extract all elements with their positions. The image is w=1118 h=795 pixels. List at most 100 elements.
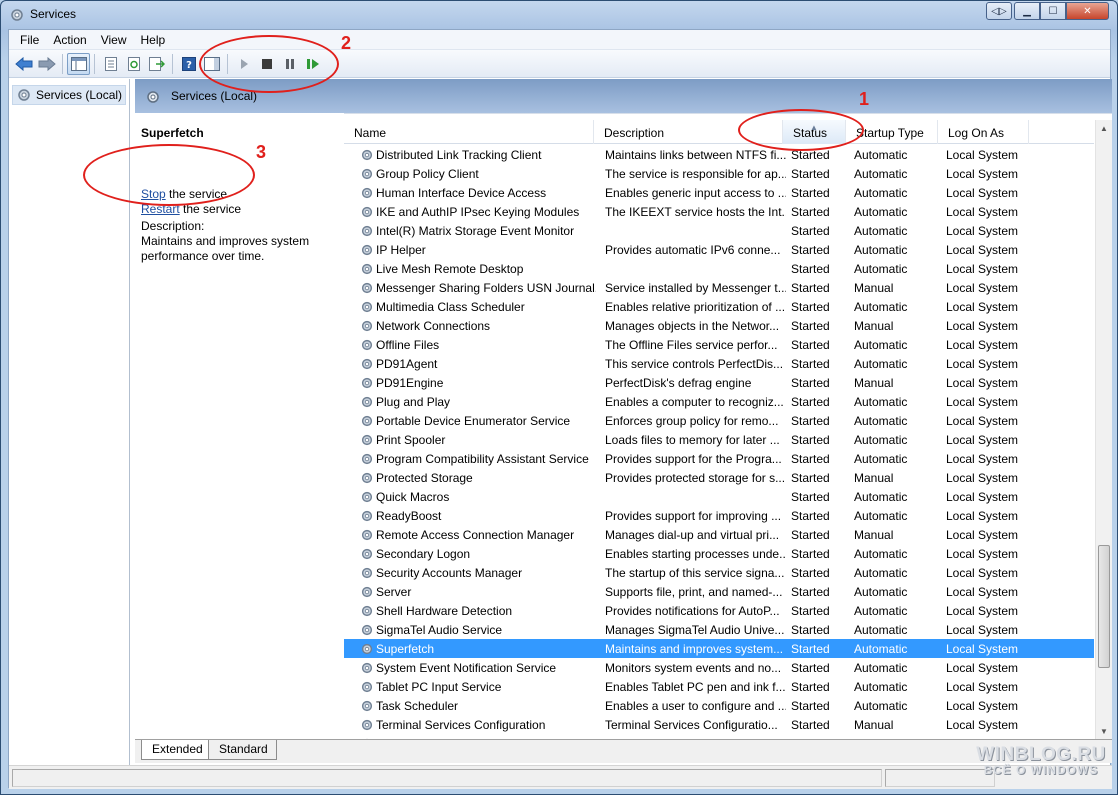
service-row[interactable]: Offline Files The Offline Files service p… (344, 335, 1094, 354)
service-row[interactable]: Shell Hardware Detection Provides notific… (344, 601, 1094, 620)
service-row[interactable]: Quick Macros Started Automatic Local System (344, 487, 1094, 506)
service-row[interactable]: Intel(R) Matrix Storage Event Monitor Sta… (344, 221, 1094, 240)
service-log-on-as: Local System (946, 527, 1019, 542)
annotation-ellipse-actions (83, 144, 255, 206)
service-name-cell: Server (344, 585, 596, 599)
service-row[interactable]: ReadyBoost Provides support for improving… (344, 506, 1094, 525)
service-row[interactable]: PD91Agent This service controls PerfectDi… (344, 354, 1094, 373)
service-row[interactable]: Protected Storage Provides protected stor… (344, 468, 1094, 487)
service-row[interactable]: Task Scheduler Enables a user to configur… (344, 696, 1094, 715)
service-row[interactable]: Tablet PC Input Service Enables Tablet PC… (344, 677, 1094, 696)
service-row[interactable]: Terminal Services Configuration Terminal … (344, 715, 1094, 734)
minimize-button[interactable]: ▁ (1014, 2, 1040, 20)
toolbar-separator (62, 53, 63, 74)
service-row[interactable]: Network Connections Manages objects in th… (344, 316, 1094, 335)
help-button[interactable]: ? (177, 53, 200, 75)
service-startup-type: Automatic (854, 413, 908, 428)
service-name: Group Policy Client (376, 166, 479, 181)
service-status: Started (791, 565, 830, 580)
service-name-cell: PD91Agent (344, 357, 596, 371)
close-button[interactable]: ✕ (1066, 2, 1109, 20)
service-log-on-as: Local System (946, 223, 1019, 238)
service-startup-type: Automatic (854, 508, 908, 523)
tab-extended[interactable]: Extended (141, 740, 212, 760)
service-startup-type: Manual (854, 375, 894, 390)
service-startup-type: Automatic (854, 185, 908, 200)
menu-action[interactable]: Action (46, 33, 93, 47)
service-status: Started (791, 299, 830, 314)
service-name: Terminal Services Configuration (376, 717, 546, 732)
menu-help[interactable]: Help (134, 33, 173, 47)
maximize-button[interactable]: ☐ (1040, 2, 1066, 20)
menu-file[interactable]: File (13, 33, 46, 47)
service-name-cell: SigmaTel Audio Service (344, 623, 596, 637)
switch-window-button[interactable]: ◁▷ (986, 2, 1012, 20)
show-hide-console-tree-button[interactable] (67, 52, 90, 75)
forward-button[interactable] (35, 53, 58, 75)
service-row[interactable]: Human Interface Device Access Enables gen… (344, 183, 1094, 202)
service-row[interactable]: Distributed Link Tracking Client Maintain… (344, 145, 1094, 164)
service-name: Server (376, 584, 412, 599)
export-list-button[interactable] (145, 53, 168, 75)
service-row[interactable]: Remote Access Connection Manager Manages … (344, 525, 1094, 544)
service-row[interactable]: Secondary Logon Enables starting processe… (344, 544, 1094, 563)
service-status: Started (791, 698, 830, 713)
service-status: Started (791, 318, 830, 333)
service-gear-icon (361, 567, 373, 578)
service-row[interactable]: Superfetch Maintains and improves system.… (344, 639, 1094, 658)
properties-button[interactable] (99, 53, 122, 75)
column-header-name[interactable]: Name (344, 120, 594, 144)
vertical-scrollbar[interactable]: ▲ ▼ (1095, 120, 1112, 740)
column-header-row: Name Description ▲ Status Startup Type Lo… (344, 120, 1094, 144)
service-status: Started (791, 280, 830, 295)
service-startup-type: Automatic (854, 603, 908, 618)
service-row[interactable]: IP Helper Provides automatic IPv6 conne..… (344, 240, 1094, 259)
service-description: This service controls PerfectDis... (605, 356, 784, 371)
service-log-on-as: Local System (946, 147, 1019, 162)
service-row[interactable]: Group Policy Client The service is respon… (344, 164, 1094, 183)
service-row[interactable]: Portable Device Enumerator Service Enforc… (344, 411, 1094, 430)
service-name: Task Scheduler (376, 698, 459, 713)
tab-standard[interactable]: Standard (208, 740, 277, 760)
service-startup-type: Automatic (854, 565, 908, 580)
back-button[interactable] (12, 53, 35, 75)
service-description: Enables relative prioritization of ... (605, 299, 786, 314)
service-description: The service is responsible for ap... (605, 166, 786, 181)
service-row[interactable]: System Event Notification Service Monitor… (344, 658, 1094, 677)
service-row[interactable]: Live Mesh Remote Desktop Started Automatic… (344, 259, 1094, 278)
menu-view[interactable]: View (94, 33, 134, 47)
service-gear-icon (361, 149, 373, 160)
scroll-down-arrow-icon[interactable]: ▼ (1096, 723, 1112, 740)
service-row[interactable]: PD91Engine PerfectDisk's defrag engine Sta… (344, 373, 1094, 392)
service-row[interactable]: Print Spooler Loads files to memory for l… (344, 430, 1094, 449)
service-log-on-as: Local System (946, 356, 1019, 371)
service-name: Quick Macros (376, 489, 450, 504)
window-title: Services (30, 7, 77, 21)
service-row[interactable]: Messenger Sharing Folders USN Journal...… (344, 278, 1094, 297)
service-name: Messenger Sharing Folders USN Journal... (376, 280, 596, 295)
service-status: Started (791, 375, 830, 390)
service-row[interactable]: Program Compatibility Assistant Service P… (344, 449, 1094, 468)
service-row[interactable]: Server Supports file, print, and named-..… (344, 582, 1094, 601)
console-tree-icon (70, 56, 87, 71)
service-log-on-as: Local System (946, 603, 1019, 618)
scroll-up-arrow-icon[interactable]: ▲ (1096, 120, 1112, 137)
service-row[interactable]: Security Accounts Manager The startup of … (344, 563, 1094, 582)
service-gear-icon (361, 396, 373, 407)
service-row[interactable]: Plug and Play Enables a computer to recog… (344, 392, 1094, 411)
service-name-cell: Superfetch (344, 642, 596, 656)
service-startup-type: Automatic (854, 679, 908, 694)
refresh-button[interactable] (122, 53, 145, 75)
column-header-log-on-as[interactable]: Log On As (938, 120, 1029, 144)
service-name: Multimedia Class Scheduler (376, 299, 525, 314)
service-description: Manages dial-up and virtual pri... (605, 527, 780, 542)
tree-item-services-local[interactable]: Services (Local) (12, 85, 127, 105)
scrollbar-thumb[interactable] (1098, 545, 1110, 668)
service-row[interactable]: IKE and AuthIP IPsec Keying Modules The I… (344, 202, 1094, 221)
service-row[interactable]: SigmaTel Audio Service Manages SigmaTel A… (344, 620, 1094, 639)
service-name: Print Spooler (376, 432, 446, 447)
service-description: Provides support for the Progra... (605, 451, 782, 466)
service-name-cell: Intel(R) Matrix Storage Event Monitor (344, 224, 596, 238)
service-row[interactable]: Multimedia Class Scheduler Enables relati… (344, 297, 1094, 316)
service-status: Started (791, 489, 830, 504)
